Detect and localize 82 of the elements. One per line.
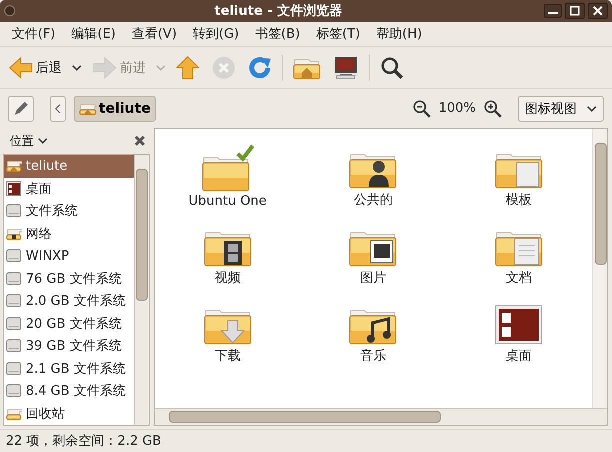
view-mode-dropdown[interactable]: 图标视图	[518, 96, 604, 122]
maximize-icon	[570, 6, 580, 16]
folder-item[interactable]: 桌面	[446, 295, 592, 373]
file-name: 文档	[506, 270, 532, 287]
sidebar-item[interactable]: 39 GB 文件系统	[4, 335, 134, 358]
file-name: 图片	[360, 270, 386, 287]
stop-icon	[212, 56, 236, 80]
drive-icon	[6, 316, 22, 332]
menu-item[interactable]: 书签(B)	[247, 23, 308, 45]
drive-icon	[6, 248, 22, 264]
file-name: 模板	[506, 192, 532, 209]
pencil-icon	[13, 100, 29, 116]
folder-item[interactable]: Ubuntu One	[155, 139, 301, 217]
reload-icon	[248, 56, 272, 80]
sidebar-item[interactable]: 2.1 GB 文件系统	[4, 358, 134, 380]
back-arrow-icon	[8, 56, 34, 80]
drive-icon	[6, 383, 22, 400]
up-arrow-icon	[176, 56, 200, 80]
window-menu-icon	[4, 5, 16, 17]
places-dropdown[interactable]: 位置	[10, 132, 34, 150]
menu-item[interactable]: 编辑(E)	[64, 23, 124, 45]
folder-item[interactable]: 公共的	[300, 139, 446, 217]
folder-item[interactable]: 模板	[446, 139, 592, 217]
status-bar: 22 项，剩余空间：2.2 GB	[0, 429, 612, 452]
close-icon[interactable]	[134, 135, 146, 147]
zoom-in-icon[interactable]	[484, 100, 502, 118]
sidebar-item[interactable]: 网络	[4, 222, 134, 245]
folder-item[interactable]: 文档	[446, 217, 592, 295]
drive-icon	[6, 203, 22, 220]
edit-location-button[interactable]	[8, 96, 34, 122]
sidebar-item[interactable]: 桌面	[4, 178, 134, 200]
computer-icon	[333, 56, 359, 80]
forward-arrow-icon	[92, 56, 118, 80]
menu-item[interactable]: 文件(F)	[4, 23, 64, 45]
drive-icon	[6, 270, 22, 287]
window-title: teliute - 文件浏览器	[214, 2, 344, 20]
sidebar-item[interactable]: 76 GB 文件系统	[4, 268, 134, 290]
menu-item[interactable]: 转到(G)	[185, 23, 248, 45]
close-button[interactable]	[588, 3, 608, 19]
vertical-scrollbar[interactable]	[592, 129, 607, 408]
dropdown-caret-icon[interactable]	[72, 64, 82, 70]
file-name: Ubuntu One	[188, 194, 267, 209]
path-button[interactable]: teliute	[74, 96, 156, 122]
desktop-icon	[495, 305, 544, 345]
horizontal-scrollbar[interactable]	[155, 408, 607, 425]
back-button[interactable]: 后退	[6, 54, 64, 82]
minimize-button[interactable]	[544, 4, 562, 18]
menu-item[interactable]: 查看(V)	[124, 23, 186, 45]
maximize-button[interactable]	[565, 3, 585, 19]
drive-icon	[6, 360, 22, 377]
zoom-out-icon[interactable]	[412, 100, 431, 118]
folder-item[interactable]: 视频	[155, 217, 301, 295]
sidebar-item[interactable]: 文件系统	[4, 200, 134, 222]
zoom-level: 100%	[438, 101, 476, 116]
sidebar-item[interactable]: WINXP	[4, 245, 134, 268]
close-icon	[593, 6, 603, 16]
sidebar-item[interactable]: 回收站	[4, 402, 134, 425]
file-name: 下载	[214, 348, 241, 365]
left-chevron-icon	[55, 104, 61, 114]
drive-icon	[6, 293, 22, 310]
file-name: 音乐	[360, 348, 386, 365]
menu-item[interactable]: 帮助(H)	[368, 23, 430, 45]
file-name: 桌面	[506, 348, 532, 365]
minimize-icon	[548, 12, 558, 14]
folder-item[interactable]: 图片	[300, 217, 446, 295]
menu-item[interactable]: 标签(T)	[308, 23, 368, 45]
dropdown-caret-icon	[587, 106, 597, 112]
vertical-scrollbar[interactable]	[134, 155, 149, 425]
folder-item[interactable]: 音乐	[300, 295, 446, 373]
desktop-icon	[6, 180, 22, 197]
sidebar-item[interactable]: teliute	[4, 155, 134, 178]
drive-icon	[6, 338, 22, 354]
file-name: 视频	[214, 270, 241, 287]
up-button[interactable]	[174, 54, 202, 82]
file-name: 公共的	[354, 192, 393, 209]
dropdown-caret-icon	[38, 138, 48, 144]
sidebar-item[interactable]: 20 GB 文件系统	[4, 312, 134, 335]
sidebar-item[interactable]: 8.4 GB 文件系统	[4, 380, 134, 402]
path-back-button[interactable]	[50, 96, 66, 122]
search-icon	[380, 56, 404, 80]
sidebar-item[interactable]: 2.0 GB 文件系统	[4, 290, 134, 312]
folder-item[interactable]: 下载	[155, 295, 301, 373]
